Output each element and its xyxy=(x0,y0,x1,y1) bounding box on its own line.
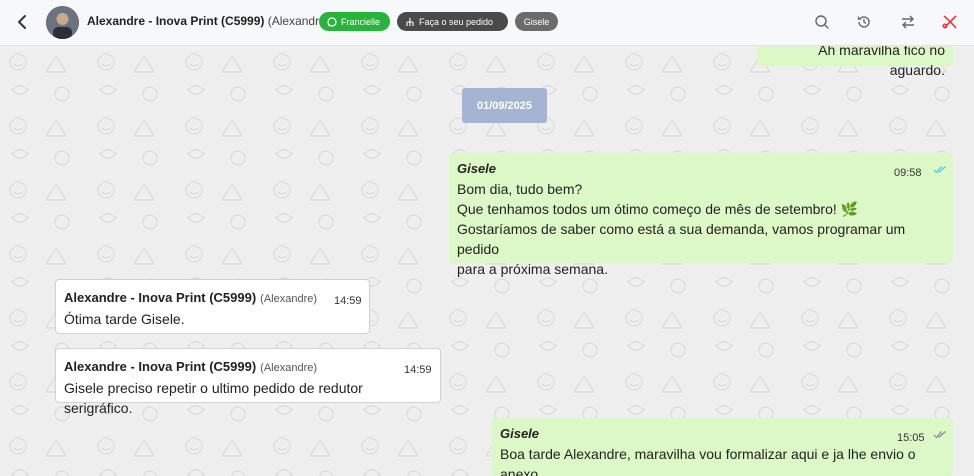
message-line: Gostaríamos de saber como está a sua dem… xyxy=(457,221,906,257)
history-icon xyxy=(857,16,870,28)
avatar[interactable] xyxy=(46,6,79,39)
message-time: 14:59 xyxy=(404,364,432,376)
message-bubble-incoming[interactable]: Alexandre - Inova Print (C5999) (Alexandr… xyxy=(55,348,441,416)
order-tag[interactable]: Faça o seu pedido xyxy=(397,12,508,31)
flow-icon xyxy=(406,17,414,26)
contact-name: Alexandre - Inova Print (C5999) xyxy=(87,14,265,28)
delivered-receipt-icon xyxy=(933,431,946,439)
message-sender: Alexandre - Inova Print (C5999) xyxy=(64,359,257,374)
date-separator-label: 01/09/2025 xyxy=(476,99,533,112)
history-button[interactable] xyxy=(853,11,875,33)
message-line: Bom dia, tudo bem? xyxy=(457,181,583,197)
user-tag-label: Gisele xyxy=(523,16,550,27)
search-icon xyxy=(815,15,829,29)
back-button[interactable] xyxy=(12,12,32,32)
message-sender-alias: (Alexandre) xyxy=(260,362,318,374)
close-ticket-button[interactable] xyxy=(939,11,961,33)
message-text: Ótima tarde Gisele. xyxy=(64,311,185,327)
back-icon xyxy=(18,15,26,29)
message-time: 14:59 xyxy=(334,295,362,307)
agent-tag[interactable]: Francielle xyxy=(319,12,390,31)
message-time: 15:05 xyxy=(897,432,925,444)
message-bubble-outgoing[interactable]: Gisele Bom dia, tudo bem? Que tenhamos t… xyxy=(449,153,953,277)
chat-header: Alexandre - Inova Print (C5999) (Alexand… xyxy=(0,0,974,46)
search-button[interactable] xyxy=(811,11,833,33)
message-time: 09:58 xyxy=(894,167,922,179)
order-tag-label: Faça o seu pedido xyxy=(419,16,494,27)
message-bubble-outgoing[interactable]: Gisele Boa tarde Alexandre, maravilha vo… xyxy=(492,418,953,476)
message-line: para a próxima semana. xyxy=(457,261,608,277)
transfer-icon xyxy=(902,15,914,29)
whatsapp-icon xyxy=(327,16,337,27)
message-sender-alias: (Alexandre) xyxy=(260,293,318,305)
message-bubble-incoming[interactable]: Alexandre - Inova Print (C5999) (Alexandr… xyxy=(55,279,370,334)
agent-tag-label: Francielle xyxy=(341,16,381,27)
read-receipt-icon xyxy=(933,166,946,174)
close-ticket-icon xyxy=(942,15,957,29)
message-sender: Alexandre - Inova Print (C5999) xyxy=(64,290,257,305)
message-sender: Gisele xyxy=(500,426,540,441)
transfer-button[interactable] xyxy=(897,11,919,33)
message-line: Que tenhamos todos um ótimo começo de mê… xyxy=(457,201,859,217)
previous-message-bubble[interactable]: Ah maravilha fico no aguardo. xyxy=(757,46,953,78)
contact-title[interactable]: Alexandre - Inova Print (C5999) (Alexand… xyxy=(87,14,330,28)
user-tag[interactable]: Gisele xyxy=(515,12,558,31)
message-text: Boa tarde Alexandre, maravilha vou forma… xyxy=(500,446,916,476)
message-sender: Gisele xyxy=(457,161,497,176)
message-text: Gisele preciso repetir o ultimo pedido d… xyxy=(64,380,363,416)
chat-area[interactable]: Ah maravilha fico no aguardo. 01/09/2025… xyxy=(0,46,974,476)
date-separator: 01/09/2025 xyxy=(462,88,547,123)
